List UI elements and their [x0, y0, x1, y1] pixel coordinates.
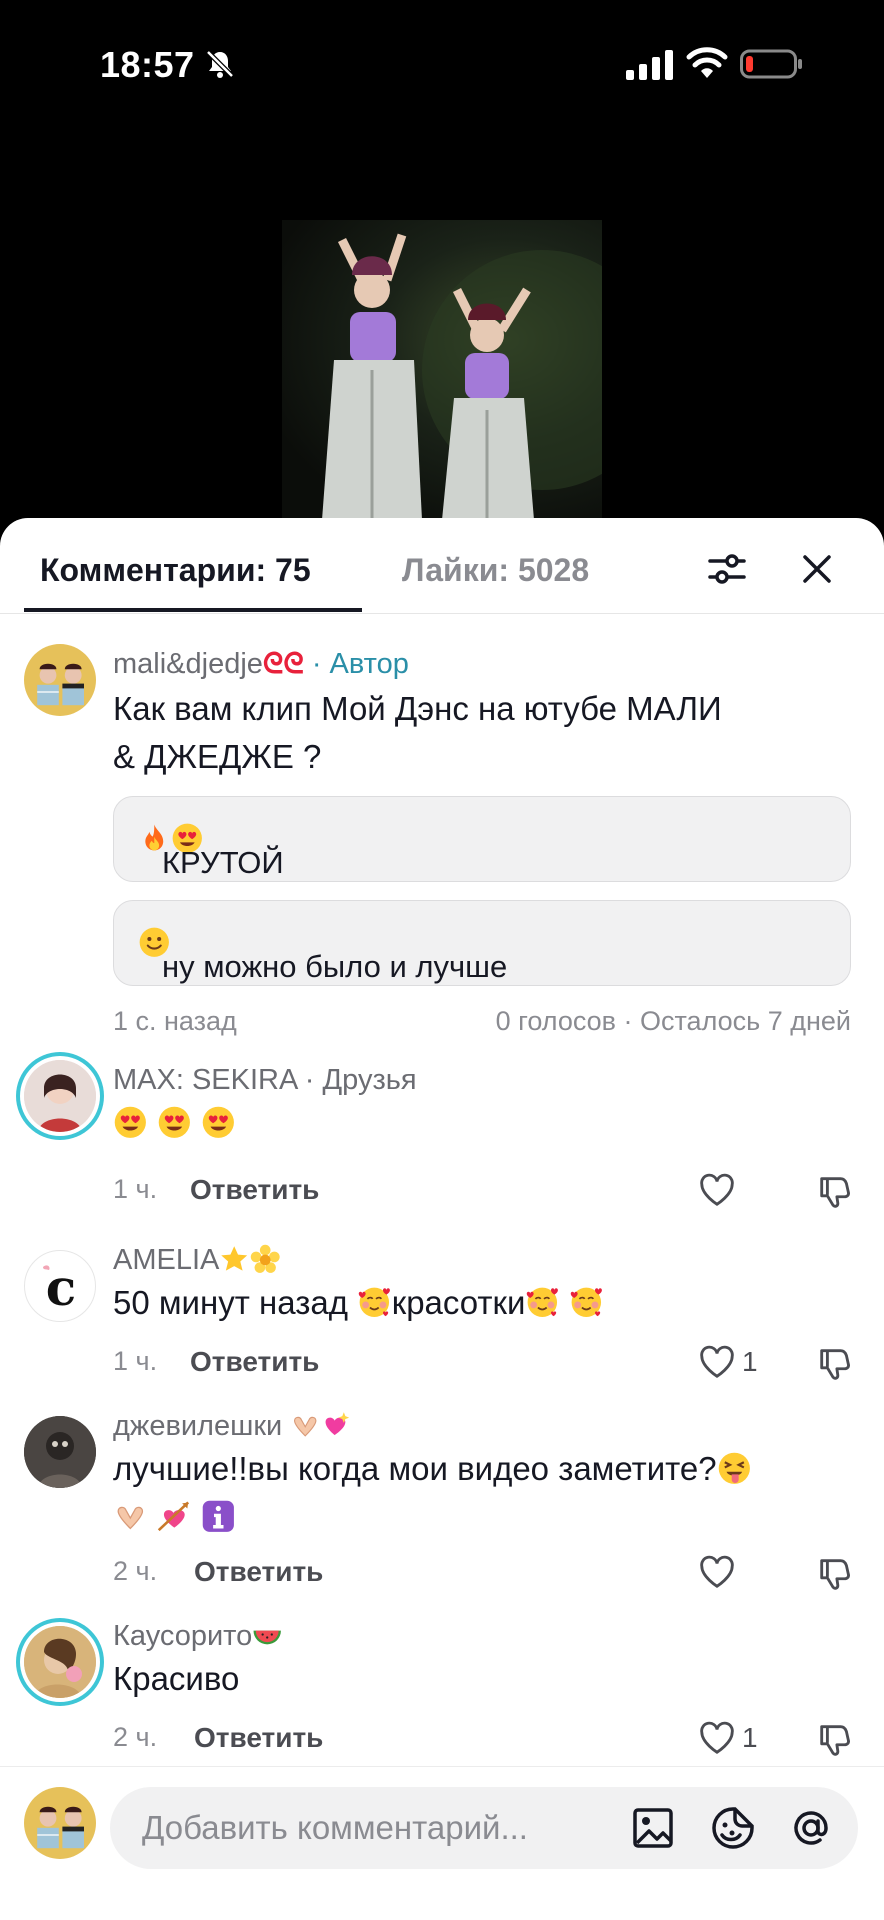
comment-text-line2: & ДЖЕДЖЕ ?	[113, 738, 322, 775]
sparkling-heart-emoji	[321, 1410, 351, 1440]
status-bar: 18:57	[0, 0, 884, 130]
poll-votes: 0 голосов · Осталось 7 дней	[495, 1006, 851, 1036]
tab-bar: Комментарии: 75 Лайки: 5028	[0, 518, 884, 614]
comment-author-poll: mali&djedjeᘓᘓ · Автор Как вам клип Мой Д…	[0, 644, 884, 1036]
comment-text	[113, 1100, 235, 1146]
comment-input-placeholder: Добавить комментарий...	[142, 1809, 528, 1846]
heart-hands-emoji	[113, 1499, 148, 1534]
comment-item: MAX: SEKIRA · Друзья 1 ч. Ответить	[0, 1060, 884, 1220]
poll-option-1-label: КРУТОЙ	[162, 845, 284, 880]
comments-sheet: Комментарии: 75 Лайки: 5028 mali&djedjeᘓ…	[0, 518, 884, 1920]
poll-option-2[interactable]: ну можно было и лучше	[113, 900, 851, 986]
squinting-tongue-emoji	[717, 1451, 752, 1486]
snake-emoji: ᘓᘓ	[262, 648, 304, 680]
dislike-icon[interactable]	[816, 1174, 854, 1210]
avatar[interactable]: c	[24, 1250, 96, 1322]
comment-text: 50 минут назад красотки	[113, 1280, 604, 1326]
comment-input[interactable]: Добавить комментарий...	[110, 1787, 858, 1869]
avatar[interactable]	[24, 644, 96, 716]
dislike-icon[interactable]	[816, 1722, 854, 1758]
comment-time: 1 ч.	[113, 1174, 158, 1204]
reply-button[interactable]: Ответить	[190, 1346, 319, 1378]
poll-option-1[interactable]: КРУТОЙ	[113, 796, 851, 882]
video-player[interactable]	[0, 130, 884, 520]
comment-username[interactable]: AMELIA	[113, 1244, 280, 1277]
smiling-face-with-hearts-emoji	[525, 1285, 560, 1320]
emoji-sticker-icon[interactable]	[710, 1805, 756, 1851]
comment-username[interactable]: MAX: SEKIRA · Друзья	[113, 1064, 417, 1097]
blossom-emoji	[250, 1244, 280, 1274]
comment-username[interactable]: mali&djedjeᘓᘓ · Автор	[113, 648, 409, 681]
cellular-signal-icon	[626, 50, 673, 80]
close-icon[interactable]	[794, 546, 840, 592]
like-heart-icon[interactable]	[698, 1344, 736, 1380]
smiling-face-with-hearts-emoji	[357, 1285, 392, 1320]
avatar[interactable]	[24, 1626, 96, 1698]
comment-item: джевилешки лучшие!!вы когда мои видео за…	[0, 1406, 884, 1606]
active-tab-indicator	[24, 608, 362, 612]
heart-with-arrow-emoji	[157, 1499, 192, 1534]
comment-text: Красиво	[113, 1660, 240, 1697]
poll-time: 1 с. назад	[113, 1006, 237, 1036]
comment-time: 2 ч.	[113, 1722, 158, 1752]
filter-sliders-icon[interactable]	[704, 546, 750, 592]
comment-time: 1 ч.	[113, 1346, 158, 1376]
watermelon-emoji	[252, 1620, 282, 1650]
heart-eyes-emoji	[157, 1105, 192, 1140]
reply-button[interactable]: Ответить	[194, 1556, 323, 1588]
mention-at-icon[interactable]	[788, 1805, 834, 1851]
reply-button[interactable]: Ответить	[194, 1722, 323, 1754]
comment-username[interactable]: Каусорито	[113, 1620, 283, 1653]
wifi-icon	[686, 47, 728, 78]
like-count: 1	[742, 1722, 758, 1753]
reply-button[interactable]: Ответить	[190, 1174, 319, 1206]
information-emoji	[201, 1499, 236, 1534]
dislike-icon[interactable]	[816, 1556, 854, 1592]
comment-text-line2	[113, 1494, 235, 1540]
author-badge: · Автор	[311, 648, 409, 680]
tab-comments[interactable]: Комментарии: 75	[40, 552, 311, 589]
like-heart-icon[interactable]	[698, 1720, 736, 1756]
my-avatar[interactable]	[24, 1787, 96, 1859]
heart-eyes-emoji	[201, 1105, 236, 1140]
comment-text-line1: Как вам клип Мой Дэнс на ютубе МАЛИ	[113, 690, 722, 727]
svg-text:c: c	[46, 1258, 76, 1317]
smiling-face-with-hearts-emoji	[569, 1285, 604, 1320]
heart-eyes-emoji	[113, 1105, 148, 1140]
avatar[interactable]	[24, 1416, 96, 1488]
comment-text-line1: лучшие!!вы когда мои видео заметите?	[113, 1446, 751, 1492]
tab-likes[interactable]: Лайки: 5028	[402, 552, 589, 589]
like-heart-icon[interactable]	[698, 1554, 736, 1590]
dislike-icon[interactable]	[816, 1346, 854, 1382]
avatar[interactable]	[24, 1060, 96, 1132]
comment-username[interactable]: джевилешки	[113, 1410, 351, 1443]
star-emoji	[219, 1244, 249, 1274]
like-heart-icon[interactable]	[698, 1172, 736, 1208]
video-thumbnail[interactable]	[282, 220, 602, 520]
comment-composer-bar: Добавить комментарий...	[0, 1766, 884, 1920]
poll-option-2-label: ну можно было и лучше	[162, 949, 508, 984]
dancers-image	[322, 233, 602, 520]
comment-item: Каусорито Красиво 2 ч. Ответить 1	[0, 1616, 884, 1776]
comment-time: 2 ч.	[113, 1556, 158, 1586]
battery-low-icon	[740, 49, 802, 79]
heart-hands-emoji	[290, 1410, 320, 1440]
comment-item: c AMELIA 50 минут назад красотки 1 ч. От…	[0, 1240, 884, 1390]
clock: 18:57	[100, 44, 195, 85]
like-count: 1	[742, 1346, 758, 1377]
bell-off-icon	[206, 50, 234, 78]
image-icon[interactable]	[630, 1805, 676, 1851]
